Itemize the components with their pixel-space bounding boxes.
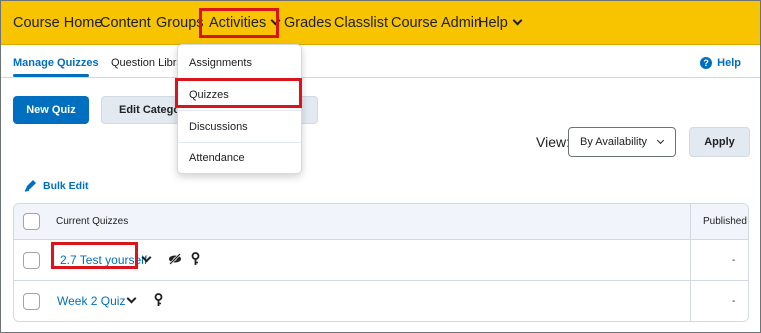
chevron-down-icon	[512, 15, 523, 26]
view-select-value: By Availability	[580, 136, 648, 148]
nav-content[interactable]: Content	[100, 15, 151, 31]
pencil-icon	[24, 180, 36, 192]
published-status: -	[732, 296, 736, 307]
menu-item-attendance[interactable]: Attendance	[178, 143, 301, 173]
nav-grades[interactable]: Grades	[284, 15, 332, 31]
bulk-edit-link[interactable]: Bulk Edit	[24, 179, 89, 192]
bulk-edit-label: Bulk Edit	[43, 179, 89, 192]
nav-course-admin[interactable]: Course Admin	[391, 15, 482, 31]
table-header: Current Quizzes Published	[14, 204, 748, 240]
row-checkbox[interactable]	[23, 293, 40, 310]
chevron-down-icon[interactable]	[126, 293, 137, 304]
nav-groups[interactable]: Groups	[156, 15, 204, 31]
help-link-label: Help	[717, 57, 741, 69]
published-status: -	[732, 255, 736, 266]
tab-manage-quizzes[interactable]: Manage Quizzes	[13, 57, 99, 69]
nav-help-label: Help	[478, 15, 508, 31]
pin-icon	[191, 252, 200, 265]
row-checkbox[interactable]	[23, 252, 40, 269]
nav-help[interactable]: Help	[478, 15, 523, 31]
view-select[interactable]: By Availability	[568, 127, 676, 157]
help-icon: ?	[700, 57, 713, 69]
quiz-link[interactable]: Week 2 Quiz	[57, 294, 125, 308]
nav-course-home[interactable]: Course Home	[13, 15, 102, 31]
view-label: View:	[536, 134, 570, 150]
course-navbar: Course Home Content Groups Activities Gr…	[1, 1, 760, 45]
activities-highlight-box	[199, 8, 279, 38]
new-quiz-button[interactable]: New Quiz	[13, 96, 89, 124]
pin-icon	[154, 293, 163, 306]
menu-item-assignments[interactable]: Assignments	[178, 47, 301, 79]
menu-item-discussions[interactable]: Discussions	[178, 111, 301, 143]
activities-dropdown-menu: Assignments Quizzes Discussions Attendan…	[177, 44, 302, 174]
column-divider	[690, 204, 691, 321]
hidden-eye-icon	[169, 253, 181, 265]
table-row: Week 2 Quiz -	[14, 281, 748, 321]
column-header-current-quizzes: Current Quizzes	[56, 216, 129, 227]
chevron-down-icon	[656, 136, 665, 145]
tab-divider	[1, 77, 760, 78]
column-header-published: Published	[703, 216, 747, 227]
tab-question-library[interactable]: Question Libra	[111, 57, 183, 69]
quizzes-highlight-box	[175, 78, 302, 108]
nav-classlist[interactable]: Classlist	[334, 15, 388, 31]
apply-button[interactable]: Apply	[689, 127, 750, 157]
select-all-checkbox[interactable]	[23, 213, 40, 230]
help-link[interactable]: ? Help	[700, 57, 741, 69]
quiz-highlight-box	[51, 242, 138, 269]
